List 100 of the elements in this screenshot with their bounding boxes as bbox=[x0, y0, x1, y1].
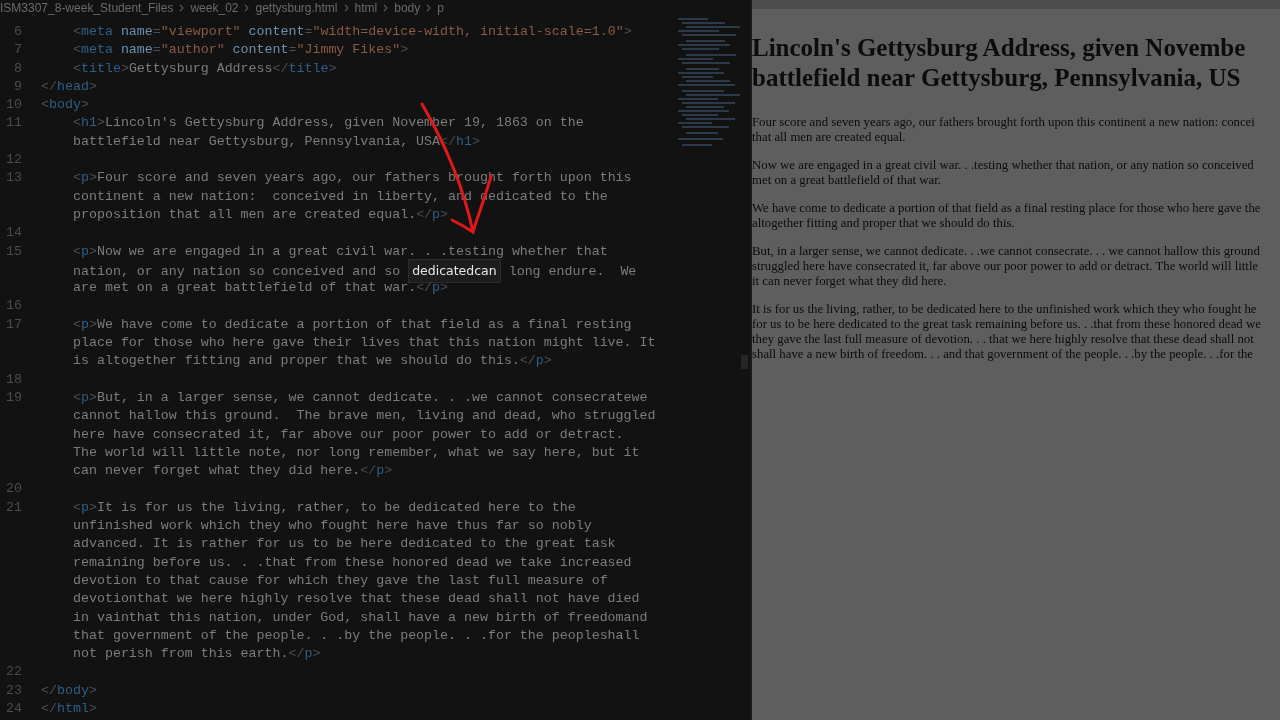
tag-name: body bbox=[49, 97, 81, 113]
paragraph-line: Now we are engaged in a great civil war. . .testing whether that nation, or any nation so conceived bbox=[752, 158, 1254, 172]
line-number: 11 bbox=[6, 115, 22, 131]
line-number: 13 bbox=[6, 170, 22, 186]
line-number: 16 bbox=[6, 298, 22, 314]
tag-bracket: = bbox=[152, 24, 161, 39]
tag-bracket: < bbox=[73, 115, 81, 131]
paragraph-line: Four score and seven years ago, our fathers brought forth upon this continent a new nation: concei bbox=[752, 115, 1255, 129]
code-text: We have come to dedicate a portion of that field as a final resting bbox=[96, 316, 632, 332]
tag-name: p bbox=[376, 463, 385, 479]
tag-bracket: < bbox=[73, 42, 81, 58]
breadcrumb-item[interactable]: gettysburg.html bbox=[255, 0, 338, 17]
attribute-name: content bbox=[231, 42, 289, 58]
tag-name: p bbox=[81, 389, 89, 405]
tag-bracket: > bbox=[440, 280, 449, 296]
tag-name: p bbox=[81, 316, 89, 332]
chevron-icon bbox=[383, 4, 389, 12]
tag-bracket: </ bbox=[360, 463, 377, 479]
tag-bracket: > bbox=[384, 463, 393, 479]
line-number: 21 bbox=[6, 499, 22, 515]
tag-bracket: > bbox=[88, 243, 97, 259]
chevron-icon bbox=[179, 4, 185, 12]
tag-bracket: > bbox=[80, 97, 89, 113]
code-text: It is for us the living, rather, to be dedicated here to the bbox=[96, 499, 576, 515]
attribute-name: name bbox=[119, 42, 153, 58]
hover-tooltip: dedicatedcan bbox=[408, 258, 501, 283]
tag-bracket: > bbox=[88, 170, 97, 186]
tag-bracket: </ bbox=[288, 646, 305, 662]
tag-name: title bbox=[288, 60, 329, 76]
tag-name: p bbox=[81, 243, 89, 259]
tag-bracket: < bbox=[73, 316, 81, 332]
line-number: 22 bbox=[6, 664, 22, 680]
line-number: 23 bbox=[6, 682, 22, 698]
tag-name: p bbox=[535, 353, 544, 369]
code-text: The world will little note, nor long remember, what we say here, but it bbox=[73, 444, 640, 460]
tag-name: p bbox=[432, 280, 441, 296]
tag-bracket: </ bbox=[416, 206, 433, 222]
tag-name: meta bbox=[81, 24, 113, 39]
tag-bracket: </ bbox=[41, 701, 57, 716]
paragraph-line: for us to be here dedicated to the great task remaining before us. . .that from these honored dead we bbox=[752, 317, 1261, 331]
line-number: 12 bbox=[6, 152, 22, 168]
paragraph-line: We have come to dedicate a portion of that field as a final resting place for those who here gave the bbox=[752, 201, 1261, 215]
line-number: 19 bbox=[6, 389, 22, 405]
code-text: nation, or any nation so conceived and so bbox=[73, 263, 402, 279]
line-number: 7 bbox=[14, 42, 22, 58]
tag-name: h1 bbox=[456, 133, 472, 149]
tag-bracket: > bbox=[120, 60, 129, 76]
breadcrumb-item[interactable]: html bbox=[354, 0, 378, 17]
paragraph-line: met on a great battlefield of that war. bbox=[752, 173, 942, 187]
breadcrumb-item[interactable]: week_02 bbox=[190, 0, 239, 17]
code-text: are met on a great battlefield of that war. bbox=[73, 280, 417, 296]
line-number: 9 bbox=[14, 78, 22, 94]
tag-bracket: = bbox=[304, 24, 313, 39]
tag-bracket: </ bbox=[41, 78, 57, 94]
tag-bracket: < bbox=[73, 24, 81, 39]
tag-bracket: < bbox=[73, 60, 81, 76]
tag-name: body bbox=[56, 682, 89, 698]
tag-bracket: > bbox=[472, 133, 480, 149]
tag-bracket: > bbox=[96, 115, 105, 131]
code-text: can never forget what they did here. bbox=[73, 463, 361, 479]
tag-bracket: > bbox=[88, 316, 97, 332]
tag-name: p bbox=[432, 206, 441, 222]
tag-bracket: > bbox=[623, 24, 632, 39]
paragraph-line: shall have a new birth of freedom. . . and that government of the people. . .by the people. . .for the bbox=[752, 347, 1254, 361]
tag-bracket: > bbox=[400, 42, 409, 58]
tag-bracket: </ bbox=[519, 353, 536, 369]
code-text: remaining before us. . .that from these honored dead we take increased bbox=[73, 554, 632, 570]
tag-bracket: > bbox=[88, 682, 97, 698]
code-text: long endure. We bbox=[507, 263, 637, 279]
tag-bracket: > bbox=[88, 499, 97, 515]
code-text: unfinished work which they who fought here have thus far so nobly bbox=[73, 518, 592, 533]
tag-name: p bbox=[81, 170, 89, 186]
paragraph-line: it can never forget what they did here. bbox=[752, 274, 947, 288]
line-number: 14 bbox=[6, 225, 22, 241]
attribute-value: "width=device-width, initial-scale=1.0" bbox=[312, 24, 624, 39]
breadcrumb-item[interactable]: p bbox=[437, 0, 444, 17]
breadcrumb-item[interactable]: body bbox=[394, 0, 421, 17]
paragraph-line: It is for us the living, rather, to be dedicated here to the unfinished work which they who fought he bbox=[752, 302, 1257, 316]
tag-name: meta bbox=[81, 42, 113, 58]
tag-name: title bbox=[81, 60, 121, 76]
tag-bracket: </ bbox=[41, 682, 57, 698]
tag-bracket: < bbox=[73, 243, 81, 259]
attribute-value: "author" bbox=[160, 42, 225, 58]
attribute-name: content bbox=[247, 24, 305, 39]
tag-name: p bbox=[81, 499, 89, 515]
paragraph-line: that all men are created equal. bbox=[752, 130, 906, 144]
code-text: battlefield near Gettysburg, Pennsylvania, USA bbox=[73, 133, 441, 149]
attribute-value: "Jimmy Fikes" bbox=[296, 42, 401, 58]
breadcrumb-item[interactable]: ISM3307_8-week_Student_Files bbox=[0, 0, 174, 17]
code-text: But, in a larger sense, we cannot dedicate. . .we cannot consecratewe bbox=[96, 389, 648, 405]
code-text: advanced. It is rather for us to be here dedicated to the great task bbox=[73, 536, 616, 552]
line-number: 15 bbox=[6, 243, 22, 259]
page-heading: Lincoln's Gettysburg Address, given Novembe bbox=[752, 34, 1246, 61]
code-text: proposition that all men are created equal. bbox=[73, 206, 417, 222]
paragraph-line: altogether fitting and proper that we should do this. bbox=[752, 216, 1015, 230]
line-number: 17 bbox=[6, 316, 22, 332]
tag-bracket: </ bbox=[272, 60, 289, 76]
code-text: in vainthat this nation, under God, shall have a new birth of freedomand bbox=[73, 609, 648, 625]
chevron-icon bbox=[426, 4, 432, 12]
tag-bracket: > bbox=[543, 353, 552, 369]
